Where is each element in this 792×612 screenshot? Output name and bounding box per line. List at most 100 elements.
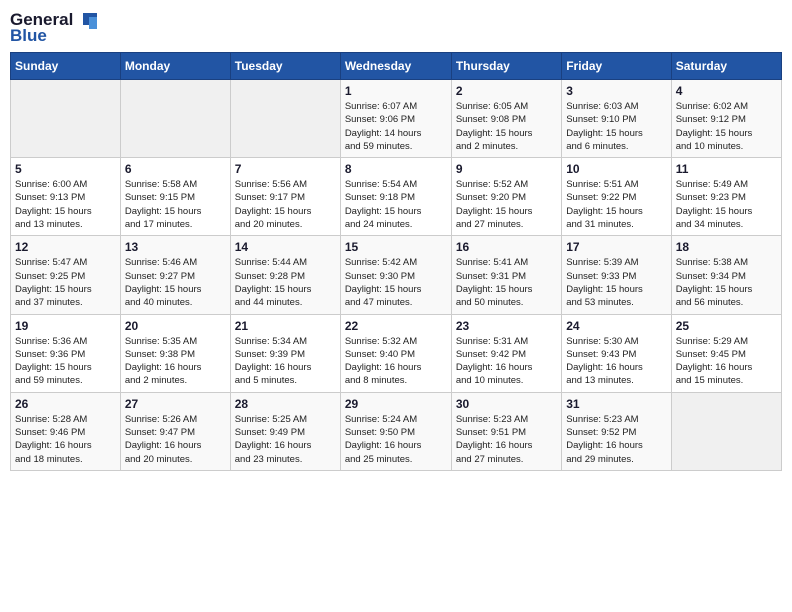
day-info: Sunrise: 5:24 AM Sunset: 9:50 PM Dayligh… (345, 413, 447, 466)
day-info: Sunrise: 5:56 AM Sunset: 9:17 PM Dayligh… (235, 178, 336, 231)
day-number: 13 (125, 240, 226, 254)
calendar-header: SundayMondayTuesdayWednesdayThursdayFrid… (11, 53, 782, 80)
calendar-week-row: 12 Sunrise: 5:47 AM Sunset: 9:25 PM Dayli… (11, 236, 782, 314)
calendar-cell: 11Sunrise: 5:49 AM Sunset: 9:23 PM Dayli… (671, 158, 781, 236)
day-info: Sunrise: 5:46 AM Sunset: 9:27 PM Dayligh… (125, 256, 226, 309)
day-info: Sunrise: 5:49 AM Sunset: 9:23 PM Dayligh… (676, 178, 777, 231)
day-info: Sunrise: 5:51 AM Sunset: 9:22 PM Dayligh… (566, 178, 666, 231)
weekday-header-friday: Friday (562, 53, 671, 80)
day-number: 29 (345, 397, 447, 411)
day-number: 17 (566, 240, 666, 254)
header: General Blue (10, 10, 782, 46)
calendar-cell: 5 Sunrise: 6:00 AM Sunset: 9:13 PM Daylig… (11, 158, 121, 236)
weekday-header-thursday: Thursday (451, 53, 561, 80)
calendar-cell: 10 Sunrise: 5:51 AM Sunset: 9:22 PM Dayli… (562, 158, 671, 236)
day-number: 21 (235, 319, 336, 333)
calendar-cell: 19 Sunrise: 5:36 AM Sunset: 9:36 PM Dayli… (11, 314, 121, 392)
calendar-cell: 24 Sunrise: 5:30 AM Sunset: 9:43 PM Dayli… (562, 314, 671, 392)
weekday-header-tuesday: Tuesday (230, 53, 340, 80)
weekday-header-saturday: Saturday (671, 53, 781, 80)
day-info: Sunrise: 6:05 AM Sunset: 9:08 PM Dayligh… (456, 100, 557, 153)
day-info: Sunrise: 5:42 AM Sunset: 9:30 PM Dayligh… (345, 256, 447, 309)
day-number: 16 (456, 240, 557, 254)
calendar-cell: 27Sunrise: 5:26 AM Sunset: 9:47 PM Dayli… (120, 392, 230, 470)
day-number: 12 (15, 240, 116, 254)
day-info: Sunrise: 5:35 AM Sunset: 9:38 PM Dayligh… (125, 335, 226, 388)
day-info: Sunrise: 6:00 AM Sunset: 9:13 PM Dayligh… (15, 178, 116, 231)
calendar-cell: 15 Sunrise: 5:42 AM Sunset: 9:30 PM Dayli… (340, 236, 451, 314)
weekday-header-monday: Monday (120, 53, 230, 80)
day-info: Sunrise: 5:29 AM Sunset: 9:45 PM Dayligh… (676, 335, 777, 388)
calendar-cell: 8 Sunrise: 5:54 AM Sunset: 9:18 PM Daylig… (340, 158, 451, 236)
day-info: Sunrise: 5:34 AM Sunset: 9:39 PM Dayligh… (235, 335, 336, 388)
calendar-body: 1 Sunrise: 6:07 AM Sunset: 9:06 PM Daylig… (11, 80, 782, 471)
calendar-cell: 7Sunrise: 5:56 AM Sunset: 9:17 PM Daylig… (230, 158, 340, 236)
day-number: 15 (345, 240, 447, 254)
day-info: Sunrise: 5:36 AM Sunset: 9:36 PM Dayligh… (15, 335, 116, 388)
day-number: 27 (125, 397, 226, 411)
calendar-cell: 6Sunrise: 5:58 AM Sunset: 9:15 PM Daylig… (120, 158, 230, 236)
day-number: 19 (15, 319, 116, 333)
day-info: Sunrise: 5:23 AM Sunset: 9:51 PM Dayligh… (456, 413, 557, 466)
calendar-week-row: 5 Sunrise: 6:00 AM Sunset: 9:13 PM Daylig… (11, 158, 782, 236)
day-info: Sunrise: 6:03 AM Sunset: 9:10 PM Dayligh… (566, 100, 666, 153)
day-number: 10 (566, 162, 666, 176)
calendar-cell: 21 Sunrise: 5:34 AM Sunset: 9:39 PM Dayli… (230, 314, 340, 392)
day-info: Sunrise: 6:07 AM Sunset: 9:06 PM Dayligh… (345, 100, 447, 153)
calendar-cell: 28Sunrise: 5:25 AM Sunset: 9:49 PM Dayli… (230, 392, 340, 470)
weekday-header-wednesday: Wednesday (340, 53, 451, 80)
calendar-cell: 18Sunrise: 5:38 AM Sunset: 9:34 PM Dayli… (671, 236, 781, 314)
calendar-cell: 30 Sunrise: 5:23 AM Sunset: 9:51 PM Dayli… (451, 392, 561, 470)
calendar-table: SundayMondayTuesdayWednesdayThursdayFrid… (10, 52, 782, 471)
calendar-cell: 12 Sunrise: 5:47 AM Sunset: 9:25 PM Dayli… (11, 236, 121, 314)
day-info: Sunrise: 5:28 AM Sunset: 9:46 PM Dayligh… (15, 413, 116, 466)
day-info: Sunrise: 5:47 AM Sunset: 9:25 PM Dayligh… (15, 256, 116, 309)
day-number: 8 (345, 162, 447, 176)
day-number: 18 (676, 240, 777, 254)
calendar-cell: 13 Sunrise: 5:46 AM Sunset: 9:27 PM Dayli… (120, 236, 230, 314)
day-number: 3 (566, 84, 666, 98)
day-info: Sunrise: 5:32 AM Sunset: 9:40 PM Dayligh… (345, 335, 447, 388)
calendar-cell: 23Sunrise: 5:31 AM Sunset: 9:42 PM Dayli… (451, 314, 561, 392)
day-info: Sunrise: 5:44 AM Sunset: 9:28 PM Dayligh… (235, 256, 336, 309)
logo-icon (75, 11, 97, 29)
calendar-cell: 29 Sunrise: 5:24 AM Sunset: 9:50 PM Dayli… (340, 392, 451, 470)
weekday-header-sunday: Sunday (11, 53, 121, 80)
calendar-cell: 31Sunrise: 5:23 AM Sunset: 9:52 PM Dayli… (562, 392, 671, 470)
calendar-cell: 20 Sunrise: 5:35 AM Sunset: 9:38 PM Dayli… (120, 314, 230, 392)
calendar-week-row: 26 Sunrise: 5:28 AM Sunset: 9:46 PM Dayli… (11, 392, 782, 470)
day-number: 6 (125, 162, 226, 176)
day-number: 26 (15, 397, 116, 411)
day-info: Sunrise: 6:02 AM Sunset: 9:12 PM Dayligh… (676, 100, 777, 153)
calendar-cell: 4 Sunrise: 6:02 AM Sunset: 9:12 PM Daylig… (671, 80, 781, 158)
calendar-cell: 1 Sunrise: 6:07 AM Sunset: 9:06 PM Daylig… (340, 80, 451, 158)
calendar-cell: 3 Sunrise: 6:03 AM Sunset: 9:10 PM Daylig… (562, 80, 671, 158)
calendar-cell: 25 Sunrise: 5:29 AM Sunset: 9:45 PM Dayli… (671, 314, 781, 392)
day-number: 30 (456, 397, 557, 411)
calendar-cell: 14 Sunrise: 5:44 AM Sunset: 9:28 PM Dayli… (230, 236, 340, 314)
day-number: 5 (15, 162, 116, 176)
calendar-cell: 16 Sunrise: 5:41 AM Sunset: 9:31 PM Dayli… (451, 236, 561, 314)
day-number: 2 (456, 84, 557, 98)
calendar-cell (230, 80, 340, 158)
calendar-week-row: 1 Sunrise: 6:07 AM Sunset: 9:06 PM Daylig… (11, 80, 782, 158)
day-number: 4 (676, 84, 777, 98)
day-number: 20 (125, 319, 226, 333)
day-info: Sunrise: 5:31 AM Sunset: 9:42 PM Dayligh… (456, 335, 557, 388)
calendar-cell: 26 Sunrise: 5:28 AM Sunset: 9:46 PM Dayli… (11, 392, 121, 470)
calendar-cell (671, 392, 781, 470)
day-number: 25 (676, 319, 777, 333)
calendar-cell (120, 80, 230, 158)
calendar-cell (11, 80, 121, 158)
calendar-cell: 2 Sunrise: 6:05 AM Sunset: 9:08 PM Daylig… (451, 80, 561, 158)
day-number: 14 (235, 240, 336, 254)
day-info: Sunrise: 5:30 AM Sunset: 9:43 PM Dayligh… (566, 335, 666, 388)
day-number: 1 (345, 84, 447, 98)
logo-blue-text: Blue (10, 26, 47, 46)
calendar-week-row: 19 Sunrise: 5:36 AM Sunset: 9:36 PM Dayli… (11, 314, 782, 392)
day-info: Sunrise: 5:54 AM Sunset: 9:18 PM Dayligh… (345, 178, 447, 231)
day-number: 22 (345, 319, 447, 333)
day-info: Sunrise: 5:41 AM Sunset: 9:31 PM Dayligh… (456, 256, 557, 309)
day-info: Sunrise: 5:25 AM Sunset: 9:49 PM Dayligh… (235, 413, 336, 466)
day-number: 24 (566, 319, 666, 333)
